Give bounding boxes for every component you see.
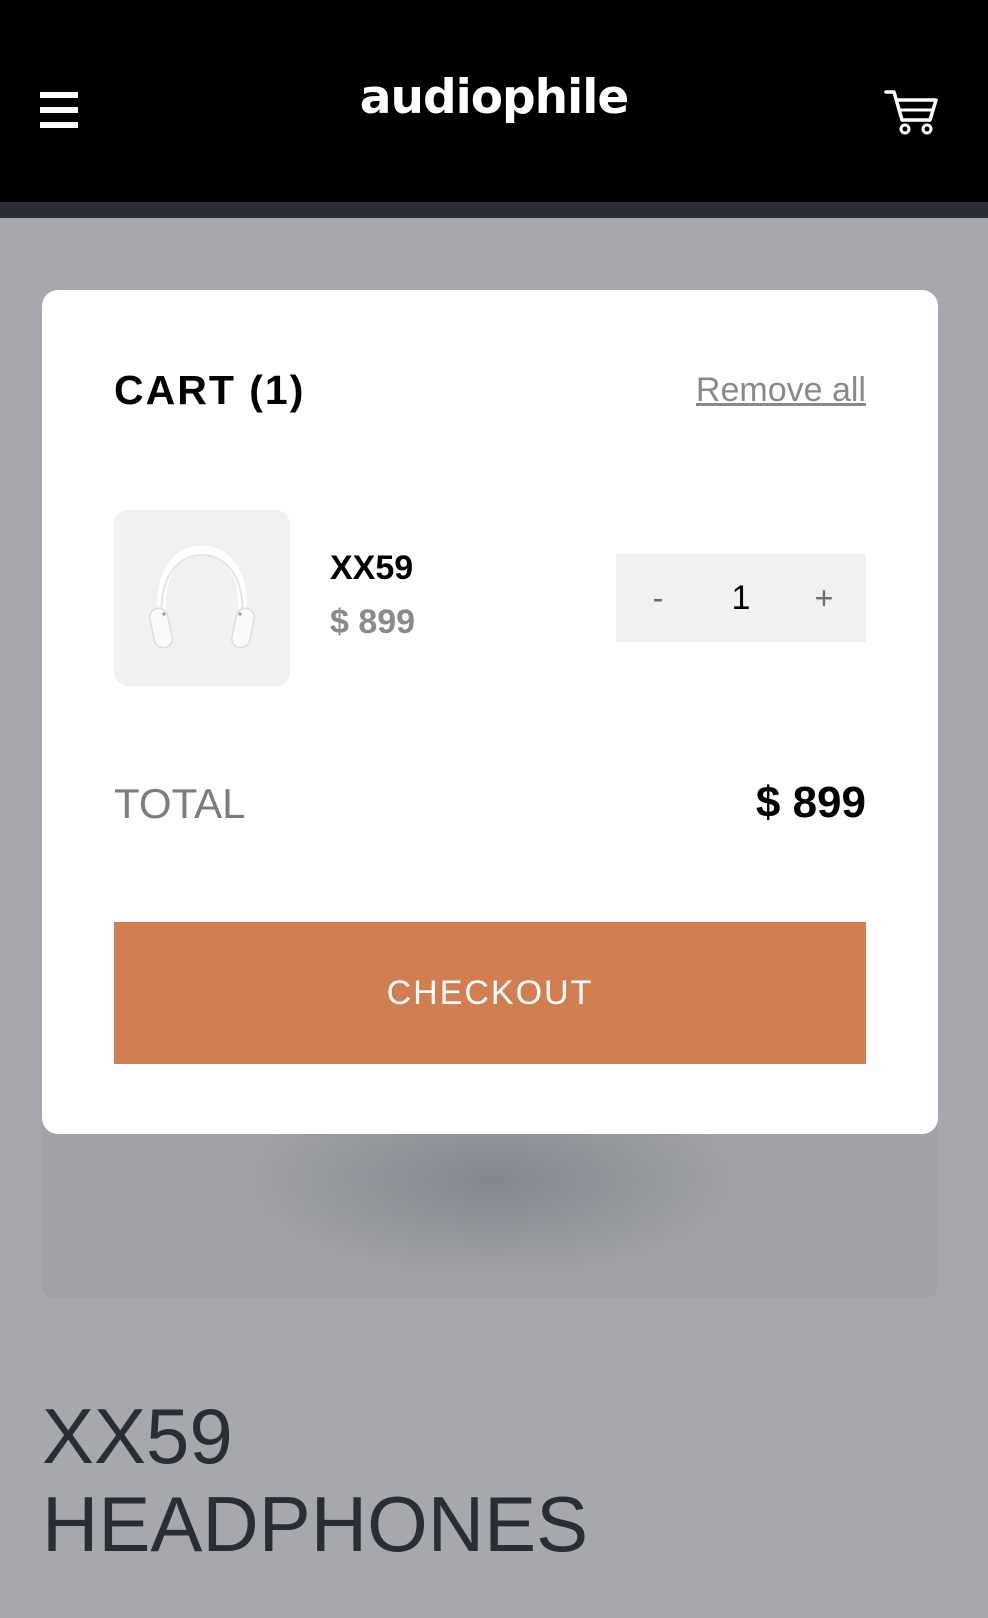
quantity-stepper: - 1 + bbox=[616, 554, 866, 642]
quantity-value: 1 bbox=[731, 579, 751, 617]
product-title-line1: XX59 bbox=[42, 1392, 233, 1480]
total-value: $ 899 bbox=[755, 778, 866, 827]
total-label: TOTAL bbox=[114, 780, 246, 827]
headphones-icon bbox=[148, 545, 256, 649]
checkout-button[interactable]: CHECKOUT bbox=[114, 922, 866, 1064]
cart-modal: CART (1) Remove all XX59 $ 899 - 1 + TOT… bbox=[42, 290, 938, 1134]
cart-item-thumbnail bbox=[114, 510, 290, 686]
cart-title: CART (1) bbox=[114, 367, 306, 413]
cart-item-name: XX59 bbox=[330, 549, 414, 587]
cart-button[interactable] bbox=[884, 88, 940, 136]
shopping-cart-icon bbox=[884, 90, 938, 135]
site-logo[interactable]: audiophile bbox=[0, 70, 988, 125]
site-header: audiophile bbox=[0, 0, 988, 202]
decrement-button[interactable]: - bbox=[616, 554, 700, 642]
header-divider bbox=[0, 202, 988, 218]
increment-button[interactable]: + bbox=[782, 554, 866, 642]
product-title-line2: HEADPHONES bbox=[42, 1480, 589, 1568]
cart-item-price: $ 899 bbox=[330, 603, 416, 641]
remove-all-link[interactable]: Remove all bbox=[696, 368, 866, 412]
product-title: XX59 HEADPHONES bbox=[42, 1392, 588, 1568]
